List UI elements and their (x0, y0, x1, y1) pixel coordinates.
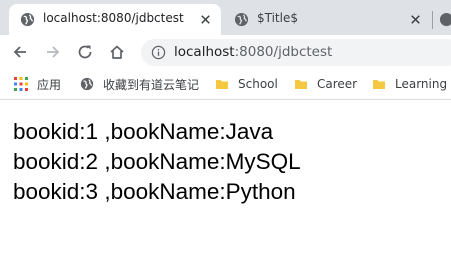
page-content: bookid:1 ,bookName:Java bookid:2 ,bookNa… (13, 117, 301, 207)
bookmark-label: Career (317, 77, 358, 91)
home-icon[interactable] (108, 43, 126, 61)
folder-icon (295, 80, 307, 89)
bookmark-apps[interactable]: 应用 (14, 76, 61, 92)
toolbar: localhost:8080/jdbctest (0, 35, 451, 68)
folder-icon (373, 80, 385, 89)
bookmark-label: Learning (395, 77, 448, 91)
tab-title-placeholder[interactable]: $Title$ (223, 4, 431, 35)
tab-strip: localhost:8080/jdbctest $Title$ (0, 0, 451, 35)
globe-icon (439, 12, 451, 27)
tab-overflow[interactable] (437, 4, 451, 35)
book-record: bookid:1 ,bookName:Java (13, 119, 274, 144)
close-icon[interactable] (198, 12, 213, 27)
book-record: bookid:2 ,bookName:MySQL (13, 149, 301, 174)
info-icon[interactable] (151, 45, 166, 60)
globe-icon (80, 77, 94, 91)
bookmarks-bar: 应用 收藏到有道云笔记 School Career Learning (0, 68, 451, 100)
book-record: bookid:3 ,bookName:Python (13, 179, 296, 204)
bookmark-folder-career[interactable]: Career (294, 76, 357, 92)
bookmark-label: 应用 (37, 77, 62, 92)
tab-title: $Title$ (257, 11, 298, 25)
back-arrow-icon[interactable] (11, 43, 29, 61)
bookmark-folder-learning[interactable]: Learning (372, 76, 447, 92)
url-text: localhost:8080/jdbctest (174, 44, 332, 60)
tab-jdbctest[interactable]: localhost:8080/jdbctest (9, 4, 221, 35)
url-host: localhost (174, 44, 235, 60)
apps-grid-icon (14, 77, 28, 91)
globe-icon (234, 12, 249, 27)
bookmark-label: School (238, 77, 278, 91)
folder-icon (216, 80, 228, 89)
address-bar[interactable]: localhost:8080/jdbctest (141, 39, 451, 66)
forward-arrow-icon[interactable] (44, 43, 62, 61)
reload-icon[interactable] (76, 43, 94, 61)
globe-icon (20, 12, 35, 27)
tab-separator (432, 11, 433, 29)
bookmark-folder-school[interactable]: School (215, 76, 278, 92)
bookmark-youdao[interactable]: 收藏到有道云笔记 (80, 76, 199, 92)
tab-title: localhost:8080/jdbctest (43, 11, 184, 25)
bookmark-label: 收藏到有道云笔记 (103, 77, 200, 92)
close-icon[interactable] (408, 12, 423, 27)
url-path: :8080/jdbctest (234, 44, 333, 60)
